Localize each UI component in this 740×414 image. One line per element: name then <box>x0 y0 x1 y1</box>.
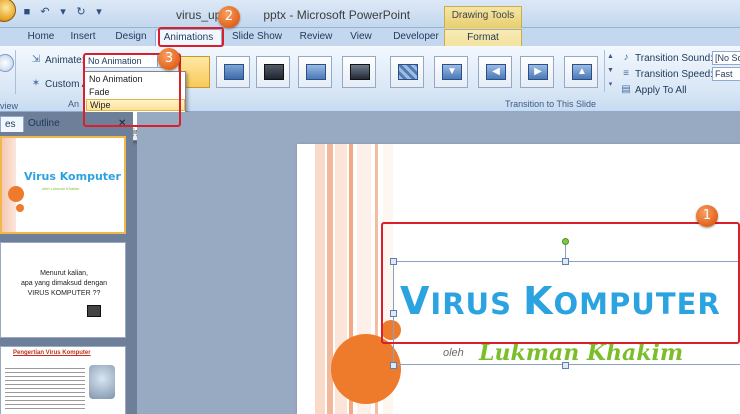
orange-circle-large <box>331 334 401 404</box>
preview-button[interactable] <box>0 50 16 94</box>
transition-sound-row: ♪ Transition Sound: <box>620 52 714 64</box>
custom-animation-button[interactable]: ✶ Custom A <box>30 78 89 90</box>
transition-thumb-8[interactable]: ▶ <box>520 56 554 88</box>
gallery-down-icon[interactable]: ▼ <box>605 64 616 78</box>
quick-access-toolbar: ■ ↶ ▾ ↻ ▾ <box>20 5 106 19</box>
transition-options: ♪ Transition Sound: [No So ≡ Transition … <box>620 50 740 98</box>
slide-stripe-1 <box>315 144 325 414</box>
drawing-tools-context-label: Drawing Tools <box>444 6 522 28</box>
gallery-up-icon[interactable]: ▲ <box>605 50 616 64</box>
office-button[interactable] <box>0 0 16 22</box>
wipe-left-icon: ◀ <box>486 64 506 80</box>
title-bar: ■ ↶ ▾ ↻ ▾ virus_up pptx - Microsoft Power… <box>0 0 740 28</box>
highlight-title-placeholder <box>381 222 740 344</box>
slide-thumbnail-3[interactable]: Pengertian Virus Komputer <box>0 346 126 414</box>
customize-qat-icon[interactable]: ▾ <box>92 5 106 19</box>
resize-handle-bl[interactable] <box>390 362 397 369</box>
transition-thumb-1[interactable] <box>216 56 250 88</box>
thumb-1-byline: oleh Lukman Khakim <box>42 186 80 191</box>
gallery-more-icon[interactable]: ▾ <box>605 78 616 92</box>
step-badge-1: 1 <box>696 205 718 227</box>
tab-outline[interactable]: Outline <box>24 116 66 132</box>
transition-thumb-7[interactable]: ◀ <box>478 56 512 88</box>
undo-icon[interactable]: ↶ <box>38 5 52 19</box>
step-badge-3: 3 <box>158 48 180 70</box>
tab-design[interactable]: Design <box>112 29 150 46</box>
custom-animation-label: Custom A <box>45 78 89 90</box>
slide-thumbnail-2[interactable]: Menurut kalian, apa yang dimaksud dengan… <box>0 242 126 338</box>
transition-thumb-6[interactable]: ▼ <box>434 56 468 88</box>
slide-byline: oleh <box>443 347 464 359</box>
apply-to-all-label: Apply To All <box>635 84 687 96</box>
preview-icon <box>0 54 14 72</box>
transition-thumb-3[interactable] <box>298 56 332 88</box>
animate-label: Animate: <box>45 54 85 66</box>
transition-dissolve-icon <box>398 64 418 80</box>
animate-row: ⇲ Animate: <box>30 54 85 66</box>
transition-cut-black-icon <box>350 64 370 80</box>
transition-thumb-9[interactable]: ▲ <box>564 56 598 88</box>
tab-home[interactable]: Home <box>26 29 56 46</box>
transition-thumb-5[interactable] <box>390 56 424 88</box>
tab-slide-show[interactable]: Slide Show <box>230 29 284 46</box>
sound-icon: ♪ <box>623 52 629 63</box>
transition-fade-black-icon <box>264 64 284 80</box>
transition-sound-select[interactable]: [No So <box>712 51 740 65</box>
transition-fade-icon <box>224 64 244 80</box>
wipe-down-icon: ▼ <box>442 64 462 80</box>
tab-slides[interactable]: es <box>0 116 24 132</box>
step-badge-2: 2 <box>218 6 240 28</box>
preview-group-label: view <box>0 101 19 111</box>
transition-speed-row: ≡ Transition Speed: <box>620 68 713 80</box>
save-icon[interactable]: ■ <box>20 5 34 19</box>
thumb-1-title: Virus Komputer <box>24 170 121 183</box>
transition-cut-icon <box>306 64 326 80</box>
tab-developer[interactable]: Developer <box>388 29 444 46</box>
tab-review[interactable]: Review <box>296 29 336 46</box>
slide-thumbnail-1[interactable]: Virus Komputer oleh Lukman Khakim <box>0 136 126 234</box>
transition-thumb-2[interactable] <box>256 56 290 88</box>
tab-view[interactable]: View <box>346 29 376 46</box>
dropdown-arrow-icon[interactable]: ▾ <box>56 5 70 19</box>
animations-group-label: An <box>68 99 80 109</box>
slides-pane: es Outline ✕ Virus Komputer oleh Lukman … <box>0 112 133 414</box>
animate-icon: ⇲ <box>31 54 41 65</box>
redo-icon[interactable]: ↻ <box>74 5 88 19</box>
thumb-3-image <box>89 365 115 399</box>
thumb-circle-small <box>16 204 24 212</box>
transition-speed-label: Transition Speed: <box>635 68 714 80</box>
thumb-3-title: Pengertian Virus Komputer <box>13 350 91 356</box>
speed-icon: ≡ <box>623 68 629 79</box>
window-title: virus_up pptx - Microsoft PowerPoint <box>176 8 411 22</box>
thumb-circle-large <box>8 186 24 202</box>
thumb-2-text: Menurut kalian, apa yang dimaksud dengan… <box>20 270 107 297</box>
tab-insert[interactable]: Insert <box>66 29 100 46</box>
tab-format[interactable]: Format <box>444 29 522 46</box>
apply-to-all-icon: ▤ <box>621 84 631 95</box>
thumb-2-image <box>87 305 101 317</box>
apply-to-all-button[interactable]: ▤ Apply To All <box>620 84 687 96</box>
transition-speed-select[interactable]: Fast <box>712 67 740 81</box>
thumb-3-text-lines <box>5 365 85 411</box>
ribbon-tabs: Home Insert Design Animations Slide Show… <box>0 28 740 46</box>
highlight-animations-tab <box>158 27 224 47</box>
gallery-scroll: ▲ ▼ ▾ <box>604 50 616 92</box>
transition-sound-label: Transition Sound: <box>635 52 714 64</box>
wipe-right-icon: ▶ <box>528 64 548 80</box>
transition-group-label: Transition to This Slide <box>505 99 597 109</box>
transition-thumb-4[interactable] <box>342 56 376 88</box>
custom-animation-icon: ✶ <box>31 78 41 89</box>
wipe-up-icon: ▲ <box>572 64 592 80</box>
